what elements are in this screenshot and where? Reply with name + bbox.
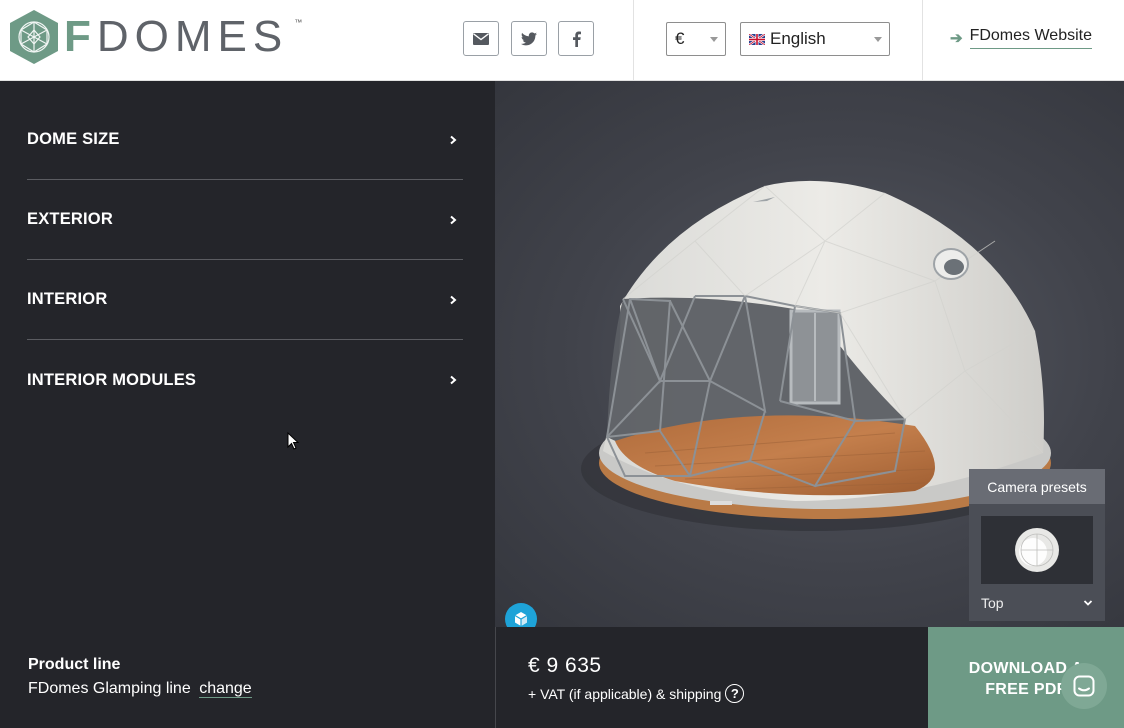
cube-icon — [514, 612, 528, 626]
chevron-right-icon — [450, 375, 457, 385]
product-line-value: FDomes Glamping line — [28, 680, 191, 697]
currency-select[interactable]: € — [666, 22, 726, 56]
menu-item-label: EXTERIOR — [27, 210, 113, 228]
email-button[interactable] — [463, 21, 499, 56]
chat-launcher-button[interactable] — [1061, 663, 1107, 709]
camera-presets-title: Camera presets — [969, 469, 1105, 504]
header-divider — [922, 0, 923, 81]
envelope-icon — [473, 32, 489, 45]
camera-preset-value: Top — [981, 595, 1004, 611]
product-line-title: Product line — [28, 656, 121, 673]
language-value: English — [770, 29, 826, 48]
facebook-button[interactable] — [558, 21, 594, 56]
menu-item-interior[interactable]: INTERIOR — [27, 260, 463, 340]
change-product-line-link[interactable]: change — [199, 680, 252, 698]
fdomes-website-link[interactable]: ➔ FDomes Website — [950, 27, 1092, 49]
total-price: € 9 635 — [528, 654, 602, 677]
fdomes-logo[interactable]: FDOMES ™ — [6, 8, 303, 66]
chevron-right-icon — [450, 135, 457, 144]
price-note: + VAT (if applicable) & shipping ? — [528, 684, 745, 703]
menu-item-dome-size[interactable]: DOME SIZE — [27, 100, 463, 180]
currency-value: € — [675, 29, 685, 48]
chevron-down-icon — [710, 37, 718, 42]
twitter-icon — [521, 31, 537, 45]
menu-item-label: DOME SIZE — [27, 130, 120, 148]
header-divider — [633, 0, 634, 81]
mouse-cursor-icon — [287, 432, 300, 450]
sketchfab-icon[interactable] — [505, 603, 537, 627]
logo-wordmark: FDOMES ™ — [64, 12, 303, 61]
menu-item-exterior[interactable]: EXTERIOR — [27, 180, 463, 260]
uk-flag-icon — [749, 33, 765, 45]
arrow-right-icon: ➔ — [950, 30, 963, 47]
camera-presets-panel: Camera presets Top — [969, 469, 1105, 621]
language-select[interactable]: English — [740, 22, 890, 56]
product-line-row: FDomes Glamping line change — [28, 680, 252, 698]
camera-preset-thumbnail[interactable] — [981, 516, 1093, 584]
twitter-button[interactable] — [511, 21, 547, 56]
dome-top-preview — [1015, 528, 1059, 572]
menu-item-label: INTERIOR MODULES — [27, 370, 197, 389]
facebook-icon — [572, 31, 581, 47]
help-icon[interactable]: ? — [725, 684, 745, 703]
menu-item-interior-modules[interactable]: INTERIOR MODULES — [27, 340, 463, 420]
menu-item-label: INTERIOR — [27, 290, 108, 308]
dome-logo-icon — [10, 10, 58, 64]
website-link-label: FDomes Website — [969, 27, 1092, 49]
chevron-right-icon — [450, 215, 457, 224]
header: FDOMES ™ € English ➔ FDomes Website — [0, 0, 1124, 81]
configurator-sidebar: DOME SIZE EXTERIOR INTERIOR INTERIOR MOD… — [0, 81, 495, 645]
camera-preset-select[interactable]: Top — [981, 591, 1093, 615]
chat-icon — [1073, 675, 1095, 697]
chevron-down-icon — [1083, 600, 1093, 606]
product-line-panel: Product line FDomes Glamping line change — [0, 645, 495, 728]
chevron-down-icon — [874, 37, 882, 42]
price-note-text: + VAT (if applicable) & shipping — [528, 685, 722, 702]
price-panel: € 9 635 + VAT (if applicable) & shipping… — [495, 627, 928, 728]
chevron-right-icon — [450, 295, 457, 304]
